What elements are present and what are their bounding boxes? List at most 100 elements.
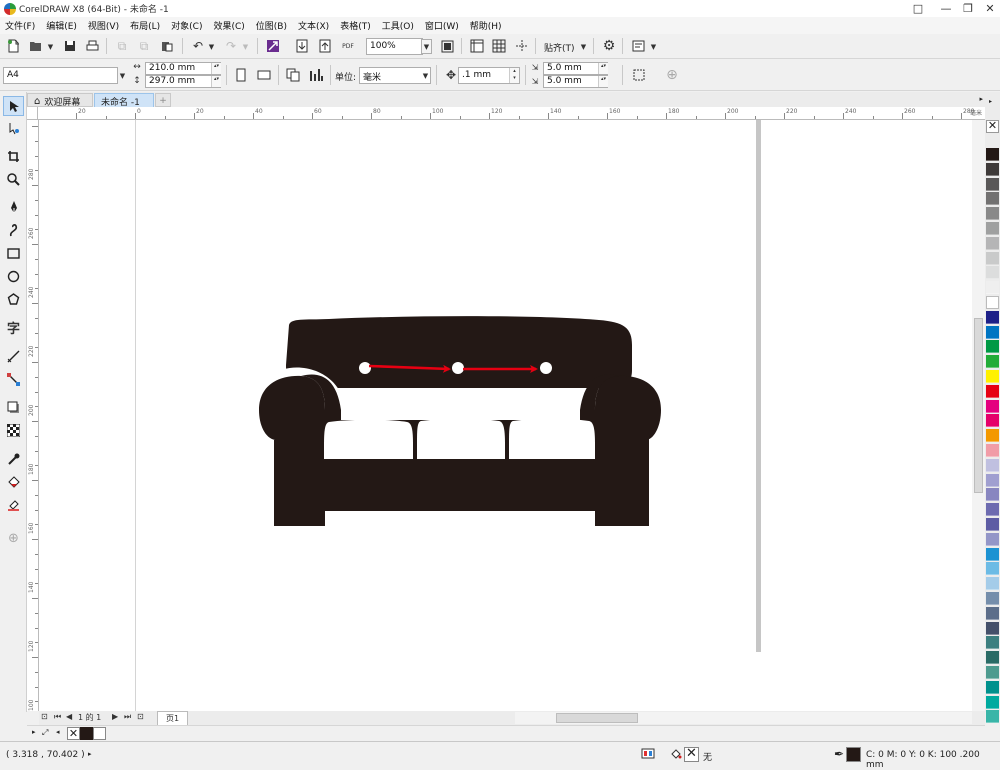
horizontal-scrollbar[interactable]: [515, 712, 972, 724]
sofa-button-right[interactable]: [540, 362, 552, 374]
duplicate-x-spinner[interactable]: ▴▾: [598, 63, 608, 74]
options-gear-icon[interactable]: ⚙: [599, 36, 619, 56]
smart-fill-tool-icon[interactable]: [3, 495, 24, 515]
outline-pen-icon[interactable]: ✒: [834, 747, 844, 761]
palette-swatch[interactable]: [986, 577, 999, 591]
palette-swatch[interactable]: [986, 310, 999, 324]
freehand-tool-icon[interactable]: [3, 197, 24, 217]
text-tool-icon[interactable]: 字: [3, 317, 24, 337]
nudge-spinner[interactable]: ▴ ▾: [509, 68, 519, 83]
menu-object[interactable]: 对象(C): [171, 19, 202, 32]
parallel-dimension-tool-icon[interactable]: [3, 346, 24, 366]
palette-swatch[interactable]: [986, 192, 999, 206]
artistic-media-tool-icon[interactable]: [3, 220, 24, 240]
page-border-icon[interactable]: [629, 65, 649, 85]
pick-tool-icon[interactable]: [3, 96, 24, 116]
undo-dropdown-icon[interactable]: ▼: [206, 39, 217, 54]
page-size-dropdown-icon[interactable]: ▼: [117, 68, 128, 83]
sofa-right-arm[interactable]: [595, 375, 661, 526]
next-page-icon[interactable]: ▶: [112, 712, 118, 721]
full-screen-icon[interactable]: [437, 36, 457, 56]
palette-swatch[interactable]: [986, 325, 999, 339]
menu-edit[interactable]: 编辑(E): [46, 19, 77, 32]
menu-layout[interactable]: 布局(L): [130, 19, 160, 32]
snap-dropdown-icon[interactable]: ▼: [578, 39, 589, 54]
palette-swatch[interactable]: [986, 340, 999, 354]
palette-swatch[interactable]: [986, 458, 999, 472]
palette-swatch[interactable]: [986, 266, 999, 280]
palette-swatch[interactable]: [986, 222, 999, 235]
shape-tool-icon[interactable]: [3, 118, 24, 138]
zoom-level-field[interactable]: 100%: [366, 38, 423, 55]
page-height-field[interactable]: 297.0 mm: [145, 75, 221, 88]
tab-document[interactable]: 未命名 -1: [94, 93, 154, 108]
menu-window[interactable]: 窗口(W): [425, 19, 459, 32]
launcher-dropdown-icon[interactable]: ▼: [648, 39, 659, 54]
palette-swatch[interactable]: [986, 606, 999, 620]
close-button[interactable]: ✕: [978, 0, 1000, 17]
palette-swatch[interactable]: [986, 148, 999, 161]
ellipse-tool-icon[interactable]: [3, 266, 24, 286]
fill-none-icon[interactable]: ✕: [684, 747, 699, 762]
color-proof-icon[interactable]: [641, 747, 655, 764]
palette-swatch[interactable]: [986, 473, 999, 487]
ruler-origin[interactable]: [27, 107, 38, 120]
sofa-artwork[interactable]: [39, 120, 972, 711]
palette-swatch[interactable]: [986, 488, 999, 502]
save-icon[interactable]: [60, 36, 80, 56]
menu-view[interactable]: 视图(V): [88, 19, 119, 32]
page-first-add-icon[interactable]: ⊡: [41, 712, 48, 721]
all-pages-icon[interactable]: [283, 65, 303, 85]
drawing-canvas[interactable]: [39, 120, 972, 711]
palette-swatch[interactable]: [986, 651, 999, 665]
show-rulers-icon[interactable]: [467, 36, 487, 56]
doc-palette-scroll-icon[interactable]: ◂: [56, 728, 60, 736]
palette-swatch[interactable]: [986, 636, 999, 650]
doc-no-color-icon[interactable]: ✕: [67, 727, 80, 740]
palette-swatch[interactable]: [986, 592, 999, 605]
duplicate-y-spinner[interactable]: ▴▾: [598, 76, 608, 87]
palette-swatch[interactable]: [986, 547, 999, 561]
palette-swatch[interactable]: [986, 503, 999, 517]
add-tool-icon[interactable]: ⊕: [3, 528, 24, 548]
units-dropdown-icon[interactable]: ▼: [420, 68, 431, 83]
doc-palette-eyedropper-icon[interactable]: ⤢: [42, 728, 48, 738]
palette-swatch[interactable]: [986, 281, 999, 295]
palette-swatch[interactable]: [986, 414, 999, 428]
landscape-orientation-icon[interactable]: [254, 65, 274, 85]
palette-swatch[interactable]: [986, 444, 999, 457]
undo-icon[interactable]: ↶: [188, 36, 208, 56]
rectangle-tool-icon[interactable]: [3, 243, 24, 263]
palette-swatch[interactable]: [986, 399, 999, 413]
horizontal-ruler[interactable]: 20 0 20 40 60 80 100 120 140 160 180 200 220 240 260 28…: [38, 107, 985, 120]
palette-scroll-up-icon[interactable]: ▸: [989, 98, 992, 105]
palette-swatch[interactable]: [986, 177, 999, 191]
print-icon[interactable]: [82, 36, 102, 56]
palette-swatch[interactable]: [986, 296, 999, 309]
paste-icon[interactable]: [157, 36, 177, 56]
sofa-cushion-middle[interactable]: [417, 418, 505, 459]
outline-color-swatch[interactable]: [846, 747, 861, 762]
minimize-button[interactable]: —: [934, 0, 958, 17]
last-page-icon[interactable]: ⏭: [124, 712, 131, 722]
add-preset-icon[interactable]: ⊕: [662, 65, 682, 85]
palette-swatch[interactable]: [986, 666, 999, 679]
menu-help[interactable]: 帮助(H): [470, 19, 502, 32]
sofa-cushion-left[interactable]: [324, 419, 413, 459]
show-grid-icon[interactable]: [489, 36, 509, 56]
restore-button[interactable]: ❐: [956, 0, 980, 17]
palette-swatch[interactable]: [986, 532, 999, 546]
new-tab-icon[interactable]: +: [155, 93, 171, 107]
vertical-scrollbar[interactable]: [972, 120, 985, 711]
page-width-field[interactable]: 210.0 mm: [145, 62, 221, 75]
application-launcher-icon[interactable]: [628, 36, 648, 56]
polygon-tool-icon[interactable]: [3, 289, 24, 309]
palette-swatch[interactable]: [986, 562, 999, 576]
sofa-left-arm[interactable]: [259, 375, 325, 526]
help-window-icon[interactable]: □: [906, 0, 930, 17]
sofa-backrest[interactable]: [286, 316, 632, 388]
zoom-dropdown-icon[interactable]: ▼: [421, 39, 432, 54]
crop-tool-icon[interactable]: [3, 146, 24, 166]
no-color-swatch-icon[interactable]: ✕: [986, 120, 999, 133]
tabs-scroll-icon[interactable]: ▸: [979, 95, 983, 103]
